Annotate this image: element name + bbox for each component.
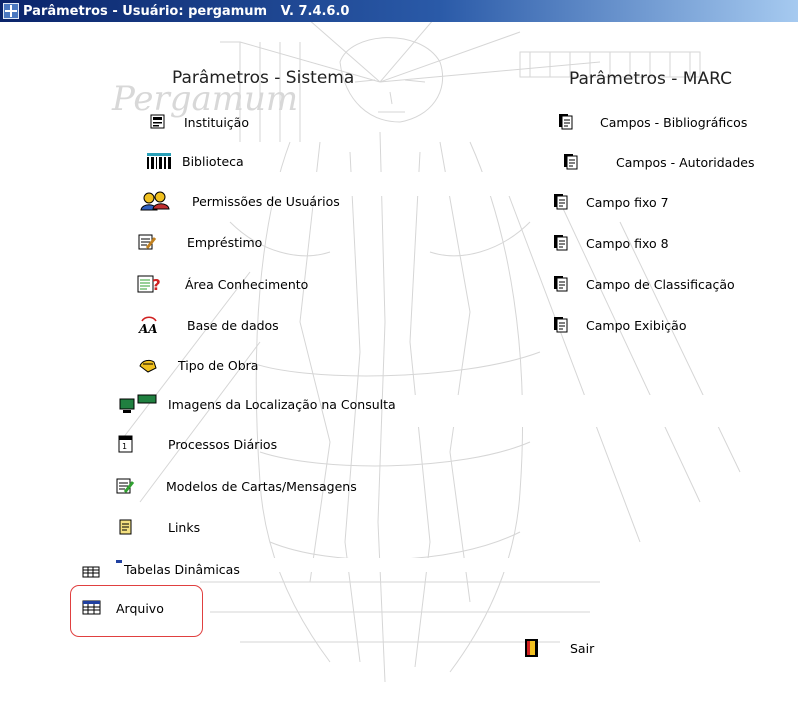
menu-item-tabelas-dinamicas[interactable]: Tabelas Dinâmicas xyxy=(82,558,240,580)
letter-icon xyxy=(115,477,135,495)
marc-item-label: Campo fixo 7 xyxy=(586,194,669,210)
menu-item-instituicao[interactable]: Instituição xyxy=(148,111,249,133)
pages-icon xyxy=(557,113,577,131)
menu-item-label: Biblioteca xyxy=(182,153,244,169)
table-icon xyxy=(82,560,122,578)
menu-item-label: Modelos de Cartas/Mensagens xyxy=(166,478,357,494)
menu-item-label: Permissões de Usuários xyxy=(192,193,340,209)
menu-item-label: Imagens da Localização na Consulta xyxy=(168,396,396,412)
menu-item-imagens-localizacao[interactable]: Imagens da Localização na Consulta xyxy=(118,393,396,415)
sair-button[interactable]: Sair xyxy=(522,637,594,659)
menu-item-permissoes-usuarios[interactable]: Permissões de Usuários xyxy=(138,190,340,212)
menu-item-label: Processos Diários xyxy=(168,436,278,452)
links-icon xyxy=(116,518,136,536)
library-barcode-icon xyxy=(146,152,172,170)
menu-item-label: Empréstimo xyxy=(187,234,263,250)
marc-item-campos-bibliograficos[interactable]: Campos - Bibliográficos xyxy=(557,111,747,133)
file-table-icon xyxy=(82,599,102,617)
document-pen-icon xyxy=(137,233,157,251)
render-artifact xyxy=(390,395,798,427)
menu-item-label: Arquivo xyxy=(116,600,164,616)
menu-item-label: Área Conhecimento xyxy=(185,276,309,292)
menu-item-emprestimo[interactable]: Empréstimo xyxy=(137,231,262,253)
menu-item-label: Base de dados xyxy=(187,317,279,333)
menu-item-links[interactable]: Links xyxy=(116,516,200,538)
marc-item-label: Campos - Autoridades xyxy=(616,154,755,170)
marc-item-campo-classificacao[interactable]: Campo de Classificação xyxy=(552,273,735,295)
pages-icon xyxy=(562,153,582,171)
menu-item-base-de-dados[interactable]: AA Base de dados xyxy=(137,314,279,336)
calendar-icon: 1 xyxy=(116,435,136,453)
app-icon xyxy=(3,3,19,19)
marc-item-campo-fixo-8[interactable]: Campo fixo 8 xyxy=(552,232,669,254)
menu-item-area-conhecimento[interactable]: ? Área Conhecimento xyxy=(137,273,308,295)
menu-item-biblioteca[interactable]: Biblioteca xyxy=(146,150,244,172)
help-document-icon: ? xyxy=(137,275,163,294)
marc-item-campo-exibicao[interactable]: Campo Exibição xyxy=(552,314,686,336)
heading-parametros-marc: Parâmetros - MARC xyxy=(569,69,732,89)
menu-item-label: Tabelas Dinâmicas xyxy=(124,561,240,577)
pages-icon xyxy=(552,316,572,334)
window-title: Parâmetros - Usuário: pergamum V. 7.4.6.… xyxy=(23,3,350,19)
marc-item-label: Campo fixo 8 xyxy=(586,235,669,251)
svg-text:?: ? xyxy=(152,276,161,294)
marc-item-label: Campos - Bibliográficos xyxy=(600,114,748,130)
pages-icon xyxy=(552,275,572,293)
pages-icon xyxy=(552,193,572,211)
menu-item-arquivo[interactable]: Arquivo xyxy=(82,597,164,619)
marc-item-label: Campo Exibição xyxy=(586,317,687,333)
monitor-icon xyxy=(118,394,158,413)
svg-text:1: 1 xyxy=(122,442,127,451)
render-artifact xyxy=(0,172,798,196)
menu-item-processos-diarios[interactable]: 1 Processos Diários xyxy=(116,433,277,455)
heading-parametros-sistema: Parâmetros - Sistema xyxy=(172,68,355,88)
window-titlebar: Parâmetros - Usuário: pergamum V. 7.4.6.… xyxy=(0,0,798,22)
institution-icon xyxy=(148,113,168,131)
svg-text:AA: AA xyxy=(138,322,158,335)
pages-icon xyxy=(552,234,572,252)
menu-item-modelos-cartas[interactable]: Modelos de Cartas/Mensagens xyxy=(115,475,357,497)
sair-label: Sair xyxy=(570,640,595,656)
marc-item-campos-autoridades[interactable]: Campos - Autoridades xyxy=(562,151,754,173)
database-aa-icon: AA xyxy=(137,316,161,335)
hand-book-icon xyxy=(138,356,158,374)
users-icon xyxy=(138,191,172,211)
marc-item-campo-fixo-7[interactable]: Campo fixo 7 xyxy=(552,191,669,213)
menu-item-tipo-de-obra[interactable]: Tipo de Obra xyxy=(138,354,258,376)
menu-item-label: Links xyxy=(168,519,201,535)
marc-item-label: Campo de Classificação xyxy=(586,276,735,292)
menu-item-label: Instituição xyxy=(184,114,249,130)
menu-item-label: Tipo de Obra xyxy=(178,357,259,373)
exit-door-icon xyxy=(522,639,542,657)
